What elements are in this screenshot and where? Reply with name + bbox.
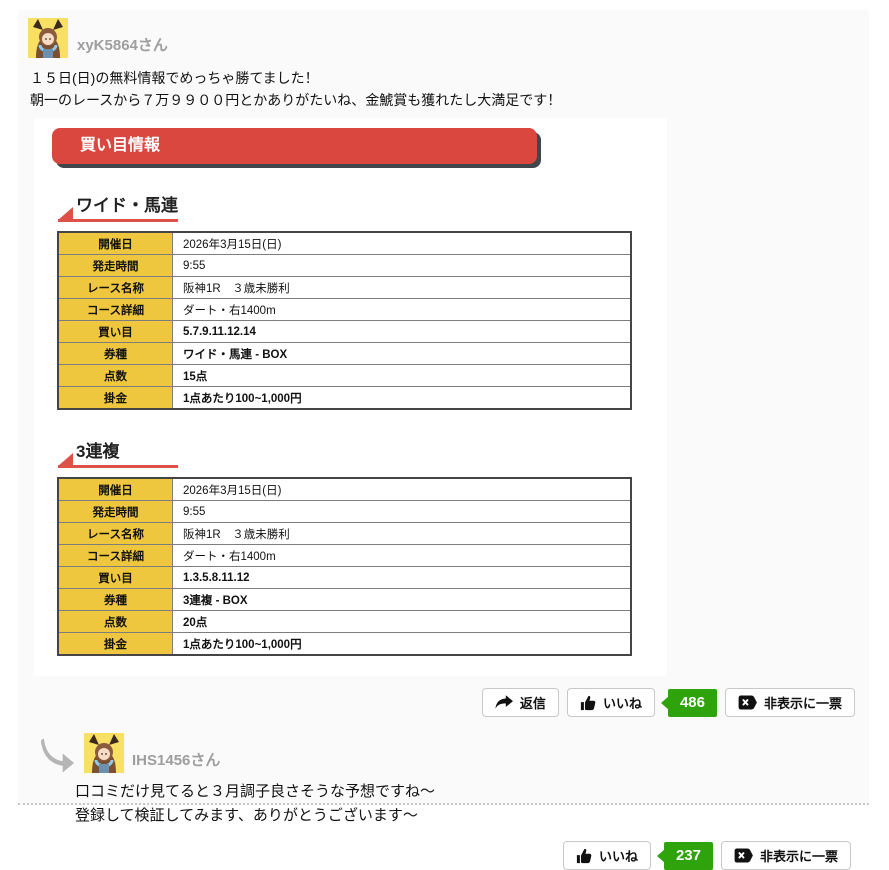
reply-indicator-arrow-icon xyxy=(40,736,74,773)
row-value: 阪神1R ３歳未勝利 xyxy=(173,523,632,545)
table-row: 発走時間9:55 xyxy=(58,255,631,277)
row-value: 2026年3月15日(日) xyxy=(173,478,632,501)
row-label: 開催日 xyxy=(58,232,173,255)
comment-line-1: １５日(日)の無料情報でめっちゃ勝てました！ xyxy=(30,67,869,89)
hide-vote-button[interactable]: 非表示に一票 xyxy=(725,688,855,717)
thumbs-up-icon xyxy=(580,695,596,711)
table-row: レース名称阪神1R ３歳未勝利 xyxy=(58,277,631,299)
row-label: レース名称 xyxy=(58,523,173,545)
reply-button-label: 返信 xyxy=(520,693,546,712)
row-value: 15点 xyxy=(173,365,632,387)
betting-info-block: 買い目情報 ワイド・馬連 開催日2026年3月15日(日) 発走時間9:55 レ… xyxy=(34,118,667,676)
hide-tag-icon xyxy=(738,695,757,710)
row-value: 9:55 xyxy=(173,501,632,523)
reply-actions: いいね 237 非表示に一票 xyxy=(28,841,869,870)
table-row: 点数15点 xyxy=(58,365,631,387)
table-row: 点数20点 xyxy=(58,611,631,633)
comment-header: xyK5864さん xyxy=(28,18,869,58)
table-row: 買い目1.3.5.8.11.12 xyxy=(58,567,631,589)
betting-table-sanrenpuku: 開催日2026年3月15日(日) 発走時間9:55 レース名称阪神1R ３歳未勝… xyxy=(57,477,632,656)
table-row: 開催日2026年3月15日(日) xyxy=(58,478,631,501)
reply-like-button-label: いいね xyxy=(599,846,638,865)
reply-comment-body: 口コミだけ見てると３月調子良さそうな予想ですね～ 登録して検証してみます、ありが… xyxy=(75,780,869,828)
row-value: 3連複 - BOX xyxy=(173,589,632,611)
row-label: 発走時間 xyxy=(58,501,173,523)
reply-comment: IHS1456さん 口コミだけ見てると３月調子良さそうな予想ですね～ 登録して検… xyxy=(28,733,869,870)
like-button[interactable]: いいね xyxy=(567,688,655,717)
like-count-badge: 486 xyxy=(668,689,717,717)
reply-hide-vote-button[interactable]: 非表示に一票 xyxy=(721,841,851,870)
reply-comment-header: IHS1456さん xyxy=(40,733,869,773)
row-value: 1.3.5.8.11.12 xyxy=(173,567,632,589)
row-label: 掛金 xyxy=(58,633,173,656)
section-heading-sanrenpuku: 3連複 xyxy=(58,437,178,468)
row-label: 開催日 xyxy=(58,478,173,501)
row-value: 5.7.9.11.12.14 xyxy=(173,321,632,343)
table-row: 掛金1点あたり100~1,000円 xyxy=(58,633,631,656)
like-button-label: いいね xyxy=(603,693,642,712)
row-value: 1点あたり100~1,000円 xyxy=(173,387,632,410)
row-label: レース名称 xyxy=(58,277,173,299)
betting-info-banner: 買い目情報 xyxy=(52,128,537,164)
comment-card: xyK5864さん １５日(日)の無料情報でめっちゃ勝てました！ 朝一のレースか… xyxy=(18,10,869,805)
user-avatar xyxy=(28,18,68,58)
row-label: コース詳細 xyxy=(58,545,173,567)
betting-table-wide-umaren: 開催日2026年3月15日(日) 発走時間9:55 レース名称阪神1R ３歳未勝… xyxy=(57,231,632,410)
row-value: 20点 xyxy=(173,611,632,633)
comment-username: xyK5864さん xyxy=(77,34,168,58)
comment-actions: 返信 いいね 486 非表示に一票 xyxy=(28,688,869,717)
row-label: 買い目 xyxy=(58,321,173,343)
table-row: コース詳細ダート・右1400m xyxy=(58,545,631,567)
row-label: 買い目 xyxy=(58,567,173,589)
row-label: 点数 xyxy=(58,611,173,633)
table-row: 買い目5.7.9.11.12.14 xyxy=(58,321,631,343)
table-row: 券種3連複 - BOX xyxy=(58,589,631,611)
table-row: 開催日2026年3月15日(日) xyxy=(58,232,631,255)
table-row: 掛金1点あたり100~1,000円 xyxy=(58,387,631,410)
row-value: 阪神1R ３歳未勝利 xyxy=(173,277,632,299)
row-value: ダート・右1400m xyxy=(173,545,632,567)
row-label: 券種 xyxy=(58,343,173,365)
reply-like-button[interactable]: いいね xyxy=(563,841,651,870)
row-label: 券種 xyxy=(58,589,173,611)
reply-line-1: 口コミだけ見てると３月調子良さそうな予想ですね～ xyxy=(75,780,869,804)
reply-user-avatar xyxy=(84,733,124,773)
comment-line-2: 朝一のレースから７万９９００円とかありがたいね、金鯱賞も獲れたし大満足です！ xyxy=(30,89,869,111)
row-label: コース詳細 xyxy=(58,299,173,321)
row-value: ワイド・馬連 - BOX xyxy=(173,343,632,365)
hide-tag-icon xyxy=(734,848,753,863)
reply-like-count-badge: 237 xyxy=(664,842,713,870)
reply-line-2: 登録して検証してみます、ありがとうございます～ xyxy=(75,804,869,828)
table-row: 券種ワイド・馬連 - BOX xyxy=(58,343,631,365)
row-value: 9:55 xyxy=(173,255,632,277)
comment-body: １５日(日)の無料情報でめっちゃ勝てました！ 朝一のレースから７万９９００円とか… xyxy=(30,67,869,111)
reply-button[interactable]: 返信 xyxy=(482,688,559,717)
section-heading-wide-umaren: ワイド・馬連 xyxy=(58,191,178,222)
table-row: 発走時間9:55 xyxy=(58,501,631,523)
row-value: 1点あたり100~1,000円 xyxy=(173,633,632,656)
row-label: 点数 xyxy=(58,365,173,387)
hide-vote-button-label: 非表示に一票 xyxy=(764,693,842,712)
reply-icon xyxy=(495,695,513,710)
row-label: 掛金 xyxy=(58,387,173,410)
table-row: コース詳細ダート・右1400m xyxy=(58,299,631,321)
row-value: ダート・右1400m xyxy=(173,299,632,321)
reply-hide-vote-button-label: 非表示に一票 xyxy=(760,846,838,865)
reply-username: IHS1456さん xyxy=(132,749,220,773)
row-label: 発走時間 xyxy=(58,255,173,277)
row-value: 2026年3月15日(日) xyxy=(173,232,632,255)
table-row: レース名称阪神1R ３歳未勝利 xyxy=(58,523,631,545)
thumbs-up-icon xyxy=(576,848,592,864)
